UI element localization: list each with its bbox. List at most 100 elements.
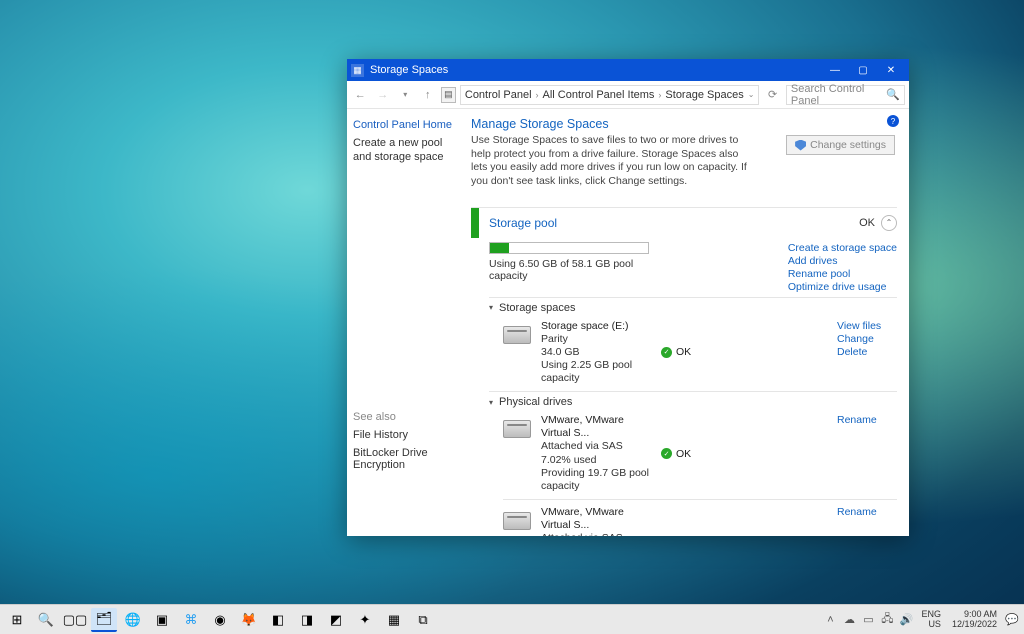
physical-drive-row: VMware, VMware Virtual S... Attached via…	[503, 414, 897, 493]
firefox-icon[interactable]: 🦊	[236, 608, 262, 632]
see-also-label: See also	[353, 411, 461, 423]
drive-attach: Attached via SAS	[541, 440, 651, 453]
file-history-link[interactable]: File History	[353, 429, 461, 441]
physical-drives-section: ▾ Physical drives VMware, VMware Virtual…	[489, 391, 897, 536]
chrome-icon[interactable]: ◉	[207, 608, 233, 632]
notifications-icon[interactable]: 💬	[1004, 612, 1020, 628]
search-placeholder: Search Control Panel	[791, 83, 886, 107]
physical-drive-row: VMware, VMware Virtual S... Attached via…	[503, 506, 897, 536]
pool-usage-bar	[489, 242, 649, 254]
delete-space-link[interactable]: Delete	[837, 346, 897, 358]
refresh-button[interactable]: ⟳	[763, 85, 781, 105]
ok-icon: ✓	[661, 347, 672, 358]
explorer-icon[interactable]: 🗂	[91, 608, 117, 632]
back-button[interactable]: ←	[351, 85, 369, 105]
storage-spaces-section: ▾ Storage spaces Storage space (E:) Pari…	[489, 297, 897, 386]
collapse-button[interactable]: ⌃	[881, 215, 897, 231]
drive-icon	[503, 420, 531, 438]
maximize-button[interactable]: ▢	[849, 61, 877, 79]
drive-icon	[503, 512, 531, 530]
caret-down-icon: ▾	[489, 398, 493, 407]
titlebar[interactable]: ▦ Storage Spaces — ▢ ✕	[347, 59, 909, 81]
rename-pool-link[interactable]: Rename pool	[788, 268, 897, 280]
create-space-link[interactable]: Create a storage space	[788, 242, 897, 254]
edge-icon[interactable]: 🌐	[120, 608, 146, 632]
help-icon[interactable]: ?	[887, 115, 899, 127]
breadcrumb[interactable]: Control Panel› All Control Panel Items› …	[460, 85, 760, 105]
sound-icon[interactable]: 🔊	[898, 612, 914, 628]
crumb-dropdown[interactable]: ⌄	[748, 90, 755, 99]
app-icon-5[interactable]: ▦	[381, 608, 407, 632]
change-settings-button[interactable]: Change settings	[786, 135, 895, 155]
space-size: 34.0 GB	[541, 346, 651, 359]
search-taskbar-icon[interactable]: 🔍	[33, 608, 59, 632]
space-status: ✓ OK	[661, 320, 721, 386]
change-space-link[interactable]: Change	[837, 333, 897, 345]
space-title: Storage space (E:)	[541, 320, 651, 333]
start-button[interactable]: ⊞	[4, 608, 30, 632]
close-button[interactable]: ✕	[877, 61, 905, 79]
task-view-icon[interactable]: ▢▢	[62, 608, 88, 632]
drive-title: VMware, VMware Virtual S...	[541, 414, 651, 440]
main-pane: ? Manage Storage Spaces Use Storage Spac…	[467, 109, 909, 536]
drive-icon	[503, 326, 531, 344]
search-icon: 🔍	[886, 88, 900, 101]
taskbar[interactable]: ⊞ 🔍 ▢▢ 🗂 🌐 ▣ ⌘ ◉ 🦊 ◧ ◨ ◩ ✦ ▦ ⧉ ˄ ☁ ▭ 🖧 🔊…	[0, 604, 1024, 634]
window-title: Storage Spaces	[370, 64, 821, 76]
page-description: Use Storage Spaces to save files to two …	[471, 134, 751, 189]
crumb-all[interactable]: All Control Panel Items	[543, 89, 655, 101]
spaces-section-header[interactable]: ▾ Storage spaces	[489, 302, 897, 314]
app-icon-4[interactable]: ✦	[352, 608, 378, 632]
chevron-right-icon: ›	[658, 90, 661, 100]
crumb-root[interactable]: Control Panel	[465, 89, 532, 101]
rename-drive-link[interactable]: Rename	[837, 506, 897, 518]
pool-status: OK	[859, 217, 875, 229]
search-input[interactable]: Search Control Panel 🔍	[786, 85, 905, 105]
crumb-current[interactable]: Storage Spaces	[665, 89, 743, 101]
add-drives-link[interactable]: Add drives	[788, 255, 897, 267]
location-icon: ▤	[441, 87, 456, 103]
storage-space-row: Storage space (E:) Parity 34.0 GB Using …	[503, 320, 897, 386]
left-pane: Control Panel Home Create a new pool and…	[347, 109, 467, 536]
minimize-button[interactable]: —	[821, 61, 849, 79]
control-panel-home-link[interactable]: Control Panel Home	[353, 119, 461, 131]
pool-usage-text: Using 6.50 GB of 58.1 GB pool capacity	[489, 258, 649, 282]
drive-title: VMware, VMware Virtual S...	[541, 506, 651, 532]
app-icon-6[interactable]: ⧉	[410, 608, 436, 632]
drives-section-header[interactable]: ▾ Physical drives	[489, 396, 897, 408]
forward-button[interactable]: →	[373, 85, 391, 105]
space-type: Parity	[541, 333, 651, 346]
pool-header[interactable]: Storage pool OK ⌃	[471, 208, 897, 238]
caret-down-icon: ▾	[489, 303, 493, 312]
drive-provide: Providing 19.7 GB pool capacity	[541, 467, 651, 493]
chevron-right-icon: ›	[536, 90, 539, 100]
app-icon-1[interactable]: ◧	[265, 608, 291, 632]
clock[interactable]: 9:00 AM12/19/2022	[952, 610, 997, 630]
space-usage: Using 2.25 GB pool capacity	[541, 359, 651, 385]
drive-attach: Attached via SAS	[541, 532, 651, 536]
battery-icon[interactable]: ▭	[860, 612, 876, 628]
create-pool-link[interactable]: Create a new pool and storage space	[353, 137, 461, 165]
recent-dropdown[interactable]: ▾	[396, 85, 414, 105]
ok-icon: ✓	[661, 448, 672, 459]
storage-spaces-window: ▦ Storage Spaces — ▢ ✕ ← → ▾ ↑ ▤ Control…	[347, 59, 909, 536]
pool-color-bar	[471, 208, 479, 238]
nav-toolbar: ← → ▾ ↑ ▤ Control Panel › All Control Pan…	[347, 81, 909, 109]
storage-pool-block: Storage pool OK ⌃ Using 6.50 GB of 58.1 …	[471, 207, 897, 536]
terminal-icon[interactable]: ▣	[149, 608, 175, 632]
app-icon: ▦	[351, 64, 364, 77]
page-heading: Manage Storage Spaces	[471, 117, 897, 131]
view-files-link[interactable]: View files	[837, 320, 897, 332]
network-icon[interactable]: 🖧	[879, 612, 895, 628]
up-button[interactable]: ↑	[418, 85, 436, 105]
optimize-link[interactable]: Optimize drive usage	[788, 281, 897, 293]
pool-actions: Create a storage space Add drives Rename…	[788, 242, 897, 293]
bitlocker-link[interactable]: BitLocker Drive Encryption	[353, 447, 461, 471]
tray-up-icon[interactable]: ˄	[822, 612, 838, 628]
app-icon-2[interactable]: ◨	[294, 608, 320, 632]
onedrive-icon[interactable]: ☁	[841, 612, 857, 628]
app-icon-3[interactable]: ◩	[323, 608, 349, 632]
vscode-icon[interactable]: ⌘	[178, 608, 204, 632]
language-indicator[interactable]: ENGUS	[921, 610, 941, 630]
rename-drive-link[interactable]: Rename	[837, 414, 897, 426]
